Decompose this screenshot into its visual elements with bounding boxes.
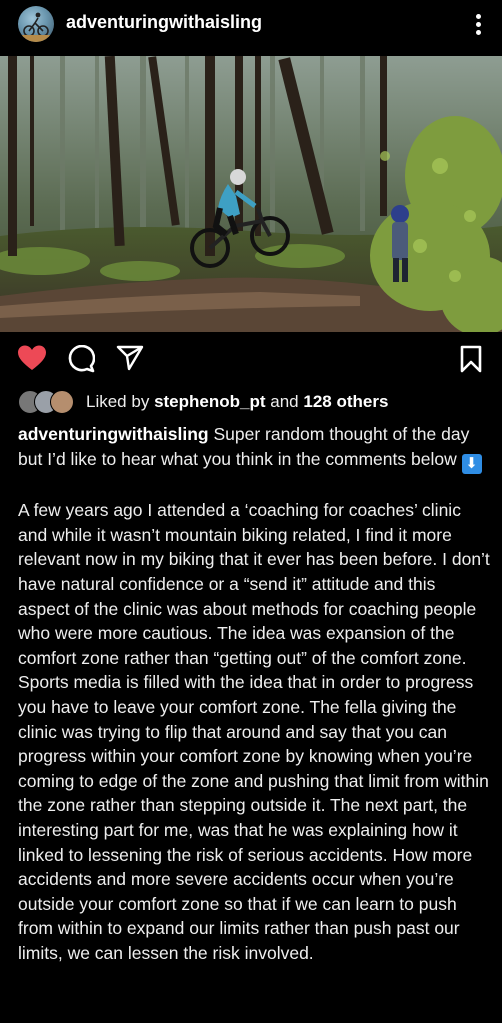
mountain-bike-forest-photo [0,56,502,332]
liker-avatar [50,390,74,414]
likes-prefix: Liked by [86,392,150,411]
post-image[interactable] [0,56,502,332]
down-arrow-emoji: ⬇ [461,453,482,474]
likes-others-count[interactable]: 128 others [303,392,388,411]
liked-by-username[interactable]: stephenob_pt [154,392,265,411]
likes-and: and [270,392,299,411]
caption-body: A few years ago I attended a ‘coaching f… [18,500,490,963]
avatar-cyclist-icon [18,12,54,42]
likes-summary[interactable]: Liked by stephenob_pt and 128 others [86,392,388,412]
more-vertical-icon[interactable] [472,12,484,38]
liker-avatars[interactable] [18,390,82,414]
post-header: adventuringwithaisling [0,0,502,50]
likes-row: Liked by stephenob_pt and 128 others [18,388,488,416]
comment-icon[interactable] [67,345,95,373]
avatar[interactable] [18,6,54,42]
post-caption: adventuringwithaisling Super random thou… [18,422,490,965]
heart-filled-icon[interactable] [17,344,47,372]
post-actions-bar [0,336,502,384]
caption-username[interactable]: adventuringwithaisling [18,424,209,444]
send-icon[interactable] [116,345,144,371]
header-username[interactable]: adventuringwithaisling [66,12,262,33]
bookmark-icon[interactable] [459,345,483,373]
